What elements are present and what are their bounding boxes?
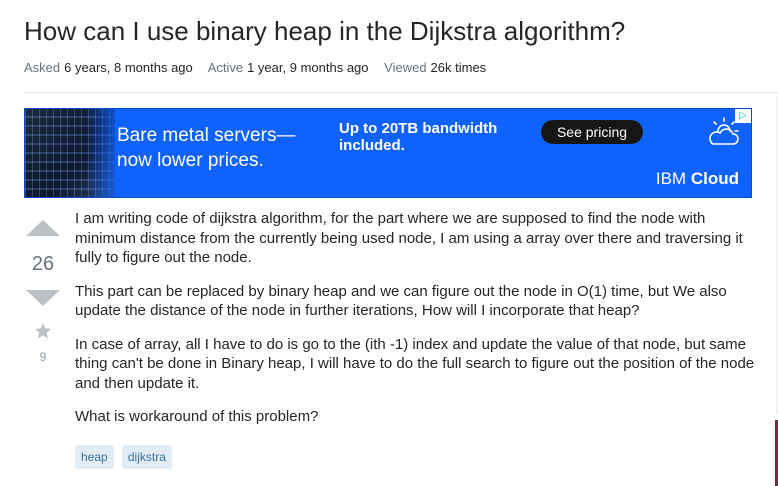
ad-brand-light: IBM (655, 169, 687, 188)
favorite-count: 9 (39, 350, 47, 364)
asked-value[interactable]: 6 years, 8 months ago (64, 60, 193, 75)
tag-list: heap dijkstra (75, 444, 765, 469)
body-paragraph-3: In case of array, all I have to do is go… (75, 335, 755, 392)
header-divider (24, 92, 778, 93)
ad-brand-bold: Cloud (690, 169, 739, 188)
viewed-label: Viewed (384, 60, 427, 75)
question-meta: Asked 6 years, 8 months ago Active 1 year,… (24, 60, 498, 75)
asked-label: Asked (24, 60, 61, 75)
ad-headline-line2: now lower prices. (117, 150, 264, 171)
adchoices-icon[interactable]: ▷ (735, 109, 751, 123)
active-value[interactable]: 1 year, 9 months ago (247, 60, 368, 75)
downvote-arrow-icon[interactable] (26, 290, 60, 306)
body-paragraph-4: What is workaround of this problem? (75, 408, 319, 425)
ad-headline-line1: Bare metal servers— (117, 125, 296, 146)
ad-banner[interactable]: Bare metal servers— now lower prices. Up… (24, 108, 752, 198)
question-title[interactable]: How can I use binary heap in the Dijkstr… (24, 16, 625, 47)
question-body: I am writing code of dijkstra algorithm,… (75, 209, 765, 469)
vote-count: 26 (31, 253, 55, 275)
ad-see-pricing-button[interactable]: See pricing (541, 120, 643, 144)
favorite-star-icon[interactable] (34, 322, 52, 340)
upvote-arrow-icon[interactable] (26, 220, 60, 236)
body-paragraph-2: This part can be replaced by binary heap… (75, 282, 727, 320)
ad-brand-logo: IBM Cloud (656, 169, 739, 189)
ad-headline: Bare metal servers— now lower prices. (117, 123, 327, 173)
viewed-value: 26k times (430, 60, 487, 75)
tag-dijkstra[interactable]: dijkstra (121, 444, 172, 469)
tag-heap[interactable]: heap (75, 444, 114, 469)
active-label: Active (207, 60, 244, 75)
ad-subtext: Up to 20TB bandwidth included. (339, 120, 498, 154)
body-paragraph-1: I am writing code of dijkstra algorithm,… (75, 210, 743, 266)
